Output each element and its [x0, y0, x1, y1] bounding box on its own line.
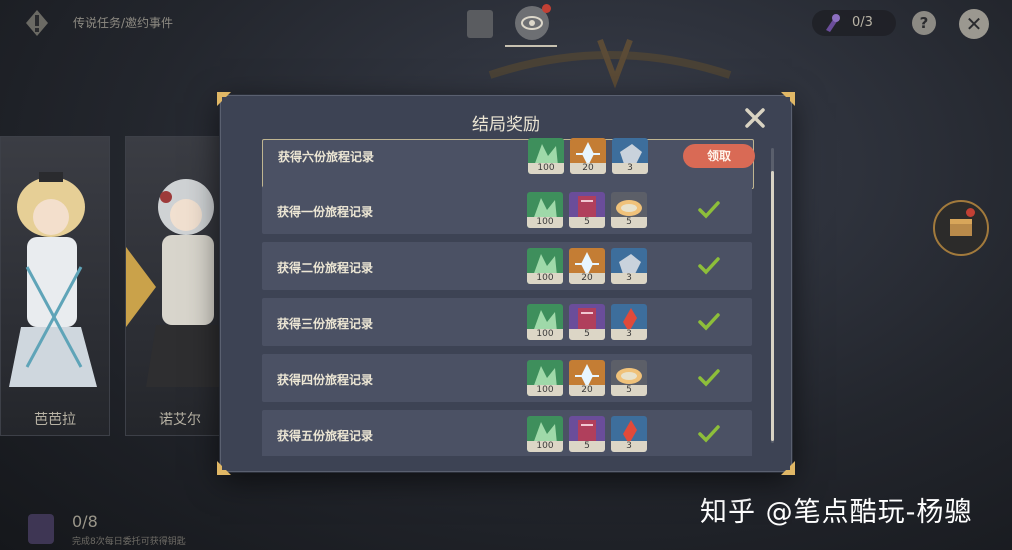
watermark-text: 知乎 @笔点酷玩-杨骢: [700, 497, 973, 528]
chest-icon: [950, 219, 972, 236]
red-crystal-icon[interactable]: 3: [611, 304, 647, 340]
tab-active-indicator: [505, 45, 557, 47]
character-card-barbara[interactable]: 芭芭拉: [0, 136, 110, 436]
key-count-text: 0/3: [852, 15, 873, 30]
character-name: 诺艾尔: [159, 412, 201, 428]
daily-key-count: 0/8: [72, 512, 98, 531]
dialog-close-button[interactable]: [743, 106, 767, 130]
adventure-exp-icon[interactable]: 100: [527, 304, 563, 340]
reward-row: 获得四份旅程记录 100 20 5: [262, 354, 752, 402]
character-portrait: [1, 137, 109, 387]
red-crystal-icon[interactable]: 3: [611, 416, 647, 452]
claimed-check-icon: [698, 313, 720, 331]
legend-quest-icon[interactable]: [22, 8, 52, 38]
key-icon: [826, 14, 840, 32]
reward-row-label: 获得一份旅程记录: [277, 205, 374, 219]
reward-row-label: 获得六份旅程记录: [278, 150, 375, 164]
primogem-icon[interactable]: 20: [569, 360, 605, 396]
reward-row-label: 获得五份旅程记录: [277, 429, 374, 443]
character-card-noelle[interactable]: 诺艾尔: [125, 136, 235, 436]
adventure-exp-icon[interactable]: 100: [527, 360, 563, 396]
corner-ornament-icon: [781, 461, 795, 475]
reward-row: 获得五份旅程记录 100 5 3: [262, 410, 752, 456]
adventure-exp-icon[interactable]: 100: [527, 416, 563, 452]
reward-row-label: 获得三份旅程记录: [277, 317, 374, 331]
scrollbar-thumb[interactable]: [771, 171, 774, 441]
character-name: 芭芭拉: [34, 412, 76, 428]
dialog-title: 结局奖励: [472, 115, 540, 135]
primogem-icon[interactable]: 20: [569, 248, 605, 284]
dish-icon[interactable]: 5: [611, 192, 647, 228]
adventure-exp-icon[interactable]: 100: [528, 138, 564, 174]
notification-dot-icon: [542, 4, 551, 13]
claimed-check-icon: [698, 201, 720, 219]
reward-chest-button[interactable]: [933, 200, 989, 256]
reward-row: 获得一份旅程记录 100 5 5: [262, 186, 752, 234]
corner-ornament-icon: [217, 461, 231, 475]
reward-row: 获得六份旅程记录 100 20 3 领取: [262, 138, 755, 189]
mystic-ore-icon[interactable]: 3: [611, 248, 647, 284]
ending-rewards-dialog: 结局奖励 获得六份旅程记录 100 20 3 领取 获得一份旅程记录 100 5…: [217, 92, 795, 475]
reward-row: 获得二份旅程记录 100 20 3: [262, 242, 752, 290]
close-button[interactable]: ✕: [959, 9, 989, 39]
reward-list[interactable]: 获得六份旅程记录 100 20 3 领取 获得一份旅程记录 100 5 5 获得…: [256, 136, 756, 456]
reward-row-label: 获得二份旅程记录: [277, 261, 374, 275]
mystic-ore-icon[interactable]: 3: [612, 138, 648, 174]
claimed-check-icon: [698, 257, 720, 275]
reward-row-label: 获得四份旅程记录: [277, 373, 374, 387]
talent-book-icon[interactable]: 5: [569, 192, 605, 228]
talent-book-icon[interactable]: 5: [569, 304, 605, 340]
primogem-icon[interactable]: 20: [570, 138, 606, 174]
reward-row: 获得三份旅程记录 100 5 3: [262, 298, 752, 346]
notification-dot-icon: [966, 208, 975, 217]
claimed-check-icon: [698, 369, 720, 387]
talent-book-icon[interactable]: 5: [569, 416, 605, 452]
adventure-exp-icon[interactable]: 100: [527, 248, 563, 284]
dish-icon[interactable]: 5: [611, 360, 647, 396]
tab-quest-book-icon[interactable]: [467, 10, 493, 38]
page-title: 传说任务/邀约事件: [73, 16, 174, 30]
corner-ornament-icon: [781, 92, 795, 106]
close-icon: [745, 108, 765, 128]
character-portrait: [126, 137, 234, 387]
adventure-exp-icon[interactable]: 100: [527, 192, 563, 228]
top-bar: 传说任务/邀约事件 0/3 ? ✕: [0, 0, 1012, 48]
key-icon: [28, 514, 54, 544]
claim-button[interactable]: 领取: [683, 144, 755, 168]
claimed-check-icon: [698, 425, 720, 443]
daily-key-note: 完成8次每日委托可获得钥匙: [72, 537, 186, 547]
corner-ornament-icon: [217, 92, 231, 106]
help-button[interactable]: ?: [912, 11, 936, 35]
